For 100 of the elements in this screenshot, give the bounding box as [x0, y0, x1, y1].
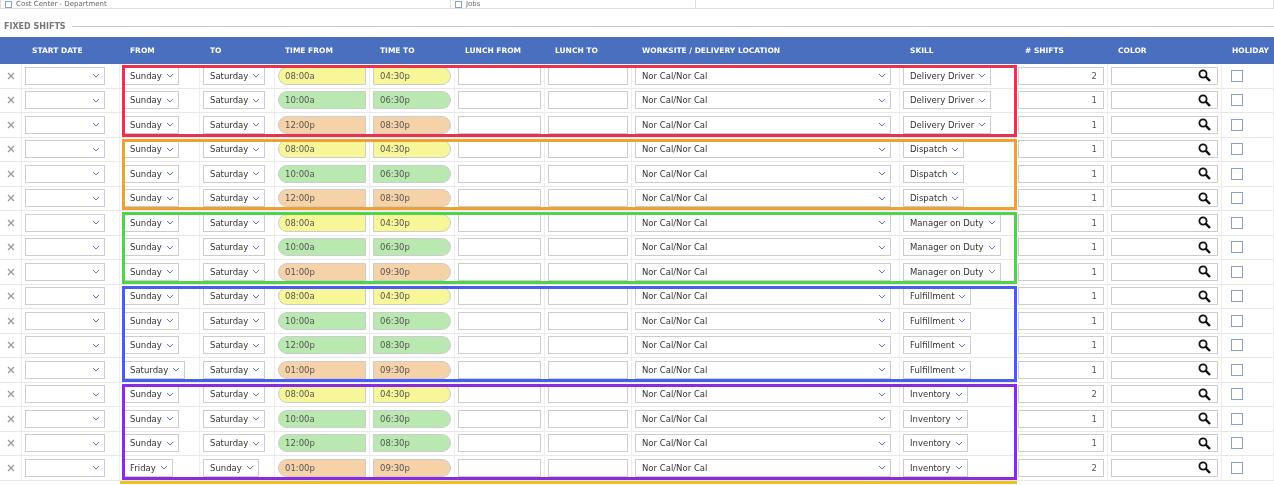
search-icon[interactable] — [1198, 265, 1211, 279]
from-dropdown[interactable]: Sunday — [123, 189, 179, 208]
start-date-dropdown[interactable] — [25, 115, 105, 134]
time-from-field[interactable]: 01:00p — [278, 360, 366, 379]
from-dropdown[interactable]: Sunday — [123, 311, 179, 330]
start-date-dropdown[interactable] — [25, 336, 105, 355]
lunch-to-field[interactable] — [548, 164, 628, 183]
to-dropdown[interactable]: Saturday — [203, 238, 266, 257]
delete-button[interactable] — [7, 218, 15, 227]
delete-button[interactable] — [7, 145, 15, 154]
from-dropdown[interactable]: Sunday — [123, 434, 179, 453]
color-field[interactable] — [1111, 213, 1218, 232]
delete-button[interactable] — [7, 169, 15, 178]
search-icon[interactable] — [1198, 387, 1211, 401]
holiday-checkbox[interactable] — [1231, 363, 1243, 376]
delete-button[interactable] — [7, 365, 15, 374]
shifts-field[interactable]: 1 — [1018, 140, 1104, 159]
color-field[interactable] — [1111, 385, 1218, 404]
lunch-from-field[interactable] — [458, 458, 541, 477]
time-to-field[interactable]: 09:30p — [373, 458, 451, 477]
time-to-field[interactable]: 06:30p — [373, 91, 451, 110]
lunch-to-field[interactable] — [548, 360, 628, 379]
lunch-to-field[interactable] — [548, 311, 628, 330]
checkbox[interactable] — [5, 0, 12, 8]
shifts-field[interactable]: 1 — [1018, 91, 1104, 110]
skill-dropdown[interactable]: Fulfillment — [903, 360, 972, 379]
lunch-to-field[interactable] — [548, 238, 628, 257]
delete-button[interactable] — [7, 71, 15, 80]
search-icon[interactable] — [1198, 363, 1211, 377]
start-date-dropdown[interactable] — [25, 140, 105, 159]
shifts-field[interactable]: 2 — [1018, 66, 1104, 85]
to-dropdown[interactable]: Saturday — [203, 360, 266, 379]
holiday-checkbox[interactable] — [1231, 339, 1243, 352]
skill-dropdown[interactable]: Delivery Driver — [903, 91, 992, 110]
delete-button[interactable] — [7, 292, 15, 301]
from-dropdown[interactable]: Sunday — [123, 91, 179, 110]
lunch-from-field[interactable] — [458, 238, 541, 257]
color-field[interactable] — [1111, 360, 1218, 379]
skill-dropdown[interactable]: Delivery Driver — [903, 115, 992, 134]
from-dropdown[interactable]: Sunday — [123, 409, 179, 428]
time-to-field[interactable]: 09:30p — [373, 262, 451, 281]
time-from-field[interactable]: 10:00a — [278, 164, 366, 183]
from-dropdown[interactable]: Sunday — [123, 115, 179, 134]
skill-dropdown[interactable]: Inventory — [903, 409, 968, 428]
shifts-field[interactable]: 1 — [1018, 238, 1104, 257]
time-from-field[interactable]: 01:00p — [278, 262, 366, 281]
lunch-to-field[interactable] — [548, 115, 628, 134]
shifts-field[interactable]: 1 — [1018, 409, 1104, 428]
location-dropdown[interactable]: Nor Cal/Nor Cal — [635, 238, 891, 257]
search-icon[interactable] — [1198, 167, 1211, 181]
start-date-dropdown[interactable] — [25, 311, 105, 330]
skill-dropdown[interactable]: Manager on Duty — [903, 238, 1001, 257]
search-icon[interactable] — [1198, 461, 1211, 475]
start-date-dropdown[interactable] — [25, 66, 105, 85]
shifts-field[interactable]: 1 — [1018, 115, 1104, 134]
to-dropdown[interactable]: Saturday — [203, 434, 266, 453]
time-to-field[interactable]: 08:30p — [373, 115, 451, 134]
search-icon[interactable] — [1198, 93, 1211, 107]
holiday-checkbox[interactable] — [1231, 265, 1243, 278]
time-from-field[interactable]: 12:00p — [278, 189, 366, 208]
lunch-to-field[interactable] — [548, 434, 628, 453]
holiday-checkbox[interactable] — [1231, 461, 1243, 474]
skill-dropdown[interactable]: Fulfillment — [903, 336, 972, 355]
search-icon[interactable] — [1198, 436, 1211, 450]
lunch-to-field[interactable] — [548, 336, 628, 355]
holiday-checkbox[interactable] — [1231, 167, 1243, 180]
color-field[interactable] — [1111, 91, 1218, 110]
holiday-checkbox[interactable] — [1231, 118, 1243, 131]
start-date-dropdown[interactable] — [25, 238, 105, 257]
color-field[interactable] — [1111, 262, 1218, 281]
start-date-dropdown[interactable] — [25, 409, 105, 428]
from-dropdown[interactable]: Sunday — [123, 164, 179, 183]
location-dropdown[interactable]: Nor Cal/Nor Cal — [635, 311, 891, 330]
from-dropdown[interactable]: Sunday — [123, 238, 179, 257]
location-dropdown[interactable]: Nor Cal/Nor Cal — [635, 434, 891, 453]
location-dropdown[interactable]: Nor Cal/Nor Cal — [635, 115, 891, 134]
time-from-field[interactable]: 12:00p — [278, 336, 366, 355]
color-field[interactable] — [1111, 336, 1218, 355]
to-dropdown[interactable]: Saturday — [203, 164, 266, 183]
holiday-checkbox[interactable] — [1231, 314, 1243, 327]
time-to-field[interactable]: 08:30p — [373, 434, 451, 453]
color-field[interactable] — [1111, 140, 1218, 159]
delete-button[interactable] — [7, 390, 15, 399]
color-field[interactable] — [1111, 458, 1218, 477]
to-dropdown[interactable]: Saturday — [203, 91, 266, 110]
location-dropdown[interactable]: Nor Cal/Nor Cal — [635, 409, 891, 428]
time-to-field[interactable]: 06:30p — [373, 164, 451, 183]
start-date-dropdown[interactable] — [25, 189, 105, 208]
search-icon[interactable] — [1198, 216, 1211, 230]
location-dropdown[interactable]: Nor Cal/Nor Cal — [635, 262, 891, 281]
delete-button[interactable] — [7, 439, 15, 448]
lunch-from-field[interactable] — [458, 262, 541, 281]
location-dropdown[interactable]: Nor Cal/Nor Cal — [635, 336, 891, 355]
lunch-from-field[interactable] — [458, 311, 541, 330]
lunch-from-field[interactable] — [458, 360, 541, 379]
lunch-from-field[interactable] — [458, 91, 541, 110]
color-field[interactable] — [1111, 189, 1218, 208]
delete-button[interactable] — [7, 463, 15, 472]
lunch-to-field[interactable] — [548, 458, 628, 477]
skill-dropdown[interactable]: Manager on Duty — [903, 262, 1001, 281]
